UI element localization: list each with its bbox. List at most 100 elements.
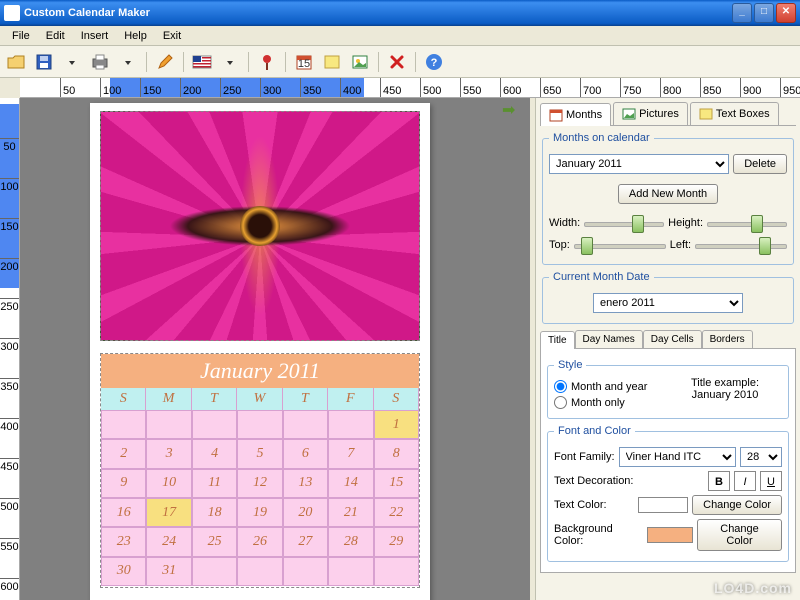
canvas-workspace[interactable]: January 2011 SMTWTFS 1234567891011121314… (20, 98, 530, 600)
style-group: Style Month and year Month only Title ex… (547, 359, 789, 419)
calendar-day-cell[interactable]: 30 (101, 557, 146, 586)
calendar-day-cell[interactable] (374, 557, 419, 586)
help-icon[interactable]: ? (422, 50, 446, 74)
calendar-day-cell[interactable]: 18 (192, 498, 237, 527)
delete-month-button[interactable]: Delete (733, 154, 787, 174)
subtab-daynames[interactable]: Day Names (575, 330, 643, 348)
calendar-day-cell[interactable] (192, 410, 237, 439)
save-dropdown-icon[interactable] (60, 50, 84, 74)
calendar-day-cell[interactable] (237, 557, 282, 586)
note-icon[interactable] (320, 50, 344, 74)
calendar-day-cell[interactable]: 21 (328, 498, 373, 527)
calendar-day-cell[interactable]: 26 (237, 527, 282, 556)
radio-month-only[interactable] (554, 396, 567, 409)
minimize-button[interactable]: _ (732, 3, 752, 23)
change-bg-color-button[interactable]: Change Color (697, 519, 782, 551)
calendar-day-cell[interactable]: 13 (283, 469, 328, 498)
calendar-photo[interactable] (100, 111, 420, 341)
font-size-select[interactable]: 28 (740, 447, 782, 467)
calendar-day-cell[interactable]: 31 (146, 557, 191, 586)
menu-exit[interactable]: Exit (155, 28, 189, 43)
calendar-grid-block[interactable]: January 2011 SMTWTFS 1234567891011121314… (100, 353, 420, 588)
calendar-day-cell[interactable] (328, 410, 373, 439)
calendar-day-cell[interactable]: 28 (328, 527, 373, 556)
calendar-day-cell[interactable]: 1 (374, 410, 419, 439)
subtab-borders[interactable]: Borders (702, 330, 753, 348)
calendar-day-cell[interactable]: 11 (192, 469, 237, 498)
menu-file[interactable]: File (4, 28, 38, 43)
calendar-day-cell[interactable]: 23 (101, 527, 146, 556)
tab-pictures[interactable]: Pictures (613, 102, 688, 125)
menu-insert[interactable]: Insert (73, 28, 117, 43)
current-month-date-label: Current Month Date (549, 271, 654, 283)
print-icon[interactable] (88, 50, 112, 74)
tab-months[interactable]: Months (540, 103, 611, 126)
calendar-day-cell[interactable]: 9 (101, 469, 146, 498)
italic-button[interactable]: I (734, 471, 756, 491)
subtab-daycells[interactable]: Day Cells (643, 330, 702, 348)
left-slider[interactable] (695, 236, 787, 254)
calendar-day-grid: 1234567891011121314151617181920212223242… (101, 410, 419, 586)
calendar-day-cell[interactable]: 17 (146, 498, 191, 527)
open-icon[interactable] (4, 50, 28, 74)
calendar-day-cell[interactable]: 6 (283, 439, 328, 468)
calendar-day-cell[interactable]: 22 (374, 498, 419, 527)
calendar-day-cell[interactable]: 14 (328, 469, 373, 498)
calendar-day-cell[interactable]: 25 (192, 527, 237, 556)
bold-button[interactable]: B (708, 471, 730, 491)
save-icon[interactable] (32, 50, 56, 74)
separator (183, 52, 184, 72)
calendar-day-cell[interactable]: 15 (374, 469, 419, 498)
radio-month-and-year[interactable] (554, 380, 567, 393)
calendar-day-cell[interactable] (283, 557, 328, 586)
panel-arrow-icon[interactable]: ➡ (502, 100, 515, 120)
close-button[interactable]: ✕ (776, 3, 796, 23)
flag-dropdown-icon[interactable] (218, 50, 242, 74)
pencil-icon[interactable] (153, 50, 177, 74)
calendar-day-cell[interactable]: 5 (237, 439, 282, 468)
calendar-icon[interactable]: 15 (292, 50, 316, 74)
month-select[interactable]: January 2011 (549, 154, 729, 174)
calendar-day-cell[interactable]: 12 (237, 469, 282, 498)
calendar-page[interactable]: January 2011 SMTWTFS 1234567891011121314… (90, 103, 430, 600)
calendar-day-cell[interactable]: 4 (192, 439, 237, 468)
height-slider[interactable] (707, 214, 787, 232)
subtab-title[interactable]: Title (540, 331, 575, 349)
font-family-select[interactable]: Viner Hand ITC (619, 447, 736, 467)
calendar-day-cell[interactable]: 16 (101, 498, 146, 527)
menu-edit[interactable]: Edit (38, 28, 73, 43)
calendar-day-cell[interactable] (101, 410, 146, 439)
calendar-day-cell[interactable]: 10 (146, 469, 191, 498)
delete-icon[interactable] (385, 50, 409, 74)
calendar-day-cell[interactable]: 2 (101, 439, 146, 468)
print-dropdown-icon[interactable] (116, 50, 140, 74)
calendar-day-cell[interactable] (146, 410, 191, 439)
calendar-day-cell[interactable] (192, 557, 237, 586)
months-on-calendar-label: Months on calendar (549, 132, 654, 144)
pin-icon[interactable] (255, 50, 279, 74)
calendar-day-cell[interactable]: 29 (374, 527, 419, 556)
calendar-day-cell[interactable]: 7 (328, 439, 373, 468)
calendar-day-cell[interactable]: 8 (374, 439, 419, 468)
underline-button[interactable]: U (760, 471, 782, 491)
change-text-color-button[interactable]: Change Color (692, 495, 782, 515)
tab-textboxes[interactable]: Text Boxes (690, 102, 779, 125)
image-icon[interactable] (348, 50, 372, 74)
calendar-day-cell[interactable]: 20 (283, 498, 328, 527)
current-month-select[interactable]: enero 2011 (593, 293, 743, 313)
calendar-day-cell[interactable]: 3 (146, 439, 191, 468)
calendar-day-cell[interactable]: 24 (146, 527, 191, 556)
menu-help[interactable]: Help (116, 28, 155, 43)
calendar-day-cell[interactable]: 19 (237, 498, 282, 527)
maximize-button[interactable]: □ (754, 3, 774, 23)
add-new-month-button[interactable]: Add New Month (618, 184, 718, 204)
calendar-day-cell[interactable]: 27 (283, 527, 328, 556)
font-and-color-label: Font and Color (554, 425, 635, 437)
calendar-day-cell[interactable] (237, 410, 282, 439)
calendar-day-cell[interactable] (328, 557, 373, 586)
width-slider[interactable] (584, 214, 664, 232)
flag-icon[interactable] (190, 50, 214, 74)
title-example-label: Title example: (668, 377, 782, 389)
calendar-day-cell[interactable] (283, 410, 328, 439)
top-slider[interactable] (574, 236, 666, 254)
